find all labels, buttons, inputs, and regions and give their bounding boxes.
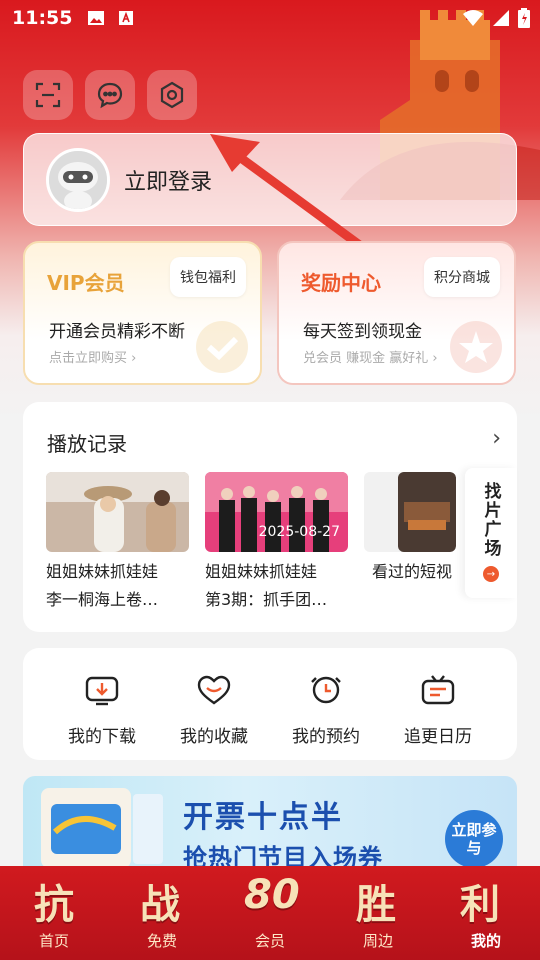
- robot-avatar-icon: [49, 150, 107, 209]
- gear-icon: [160, 81, 184, 109]
- my-favorites-button[interactable]: 我的收藏: [164, 674, 264, 747]
- alarm-icon: [311, 676, 341, 704]
- find-movies-label: 找片广场: [480, 482, 501, 558]
- tab-mine[interactable]: 我的: [456, 930, 516, 951]
- app-notification-icon: [116, 8, 136, 28]
- heart-icon: [197, 675, 231, 705]
- download-icon: [85, 676, 119, 706]
- shortcuts-section: 我的下载 我的收藏 我的预约 追更日历: [23, 648, 517, 760]
- banner-headline: 开票十点半: [183, 800, 343, 835]
- history-item-1-line1: 姐姐妹妹抓娃娃: [46, 562, 159, 581]
- vip-buy-link[interactable]: 点击立即购买 ›: [49, 347, 136, 366]
- my-downloads-label: 我的下载: [68, 727, 136, 747]
- arrow-right-icon: →: [483, 566, 499, 582]
- vip-card[interactable]: VIP会员 钱包福利 开通会员精彩不断 点击立即购买 ›: [23, 241, 262, 385]
- banner-ticket-illustration: [41, 788, 163, 868]
- wallet-benefits-button[interactable]: 钱包福利: [170, 257, 246, 297]
- wifi-icon: [463, 10, 483, 26]
- reward-link[interactable]: 兑会员 赚现金 赢好礼 ›: [303, 347, 438, 366]
- history-item-1-line2: 李一桐海上卷…: [46, 590, 159, 609]
- history-item-3-line1: 看过的短视: [372, 562, 453, 581]
- vip-check-badge-icon: [196, 321, 248, 373]
- history-thumbnail-2[interactable]: 2025-08-27: [205, 472, 348, 552]
- tab-member[interactable]: 会员: [240, 930, 300, 951]
- history-item-1-title[interactable]: 姐姐妹妹抓娃娃 李一桐海上卷…: [46, 558, 191, 614]
- tab-free[interactable]: 免费: [132, 930, 192, 951]
- tab-decor-char-3: 80: [244, 872, 300, 918]
- scan-button[interactable]: [23, 70, 73, 120]
- join-now-button[interactable]: 立即参与: [445, 810, 503, 868]
- history-item-2-title[interactable]: 姐姐妹妹抓娃娃 第3期：抓手团…: [205, 558, 350, 614]
- status-bar: 11:55: [0, 0, 540, 36]
- message-button[interactable]: [85, 70, 135, 120]
- tab-decor-char-2: 战: [140, 882, 180, 928]
- login-label[interactable]: 立即登录: [124, 164, 212, 196]
- play-history-more-icon[interactable]: ›: [492, 426, 501, 451]
- history-item-2-line1: 姐姐妹妹抓娃娃: [205, 562, 318, 581]
- my-reservations-label: 我的预约: [292, 727, 360, 747]
- history-item-3-title[interactable]: 看过的短视: [372, 558, 464, 586]
- my-favorites-label: 我的收藏: [180, 727, 248, 747]
- tab-decor-char-5: 利: [460, 882, 500, 928]
- my-reservations-button[interactable]: 我的预约: [276, 674, 376, 747]
- tab-nearby[interactable]: 周边: [348, 930, 408, 951]
- history-item-2-date: 2025-08-27: [258, 524, 340, 540]
- video-thumbnail-image: [205, 472, 348, 552]
- history-item-2-line2: 第3期：抓手团…: [205, 590, 328, 609]
- tv-calendar-icon: [421, 675, 455, 705]
- tab-decor-char-1: 抗: [34, 882, 74, 928]
- battery-icon: [518, 8, 530, 28]
- play-history-section: 播放记录 › 姐姐妹妹抓娃娃 李一桐海上卷… 2025-08-27 姐姐妹妹抓娃…: [23, 402, 517, 632]
- reward-star-badge-icon: [450, 321, 502, 373]
- avatar[interactable]: [46, 147, 110, 212]
- short-video-thumbnail-image: [364, 472, 456, 552]
- signal-icon: [493, 10, 509, 26]
- reward-description: 每天签到领现金: [303, 322, 422, 342]
- update-calendar-label: 追更日历: [404, 727, 472, 747]
- tab-decor-char-4: 胜: [356, 882, 396, 928]
- status-time: 11:55: [12, 7, 73, 29]
- update-calendar-button[interactable]: 追更日历: [388, 674, 488, 747]
- history-thumbnail-3[interactable]: [364, 472, 456, 552]
- points-mall-button[interactable]: 积分商城: [424, 257, 500, 297]
- video-thumbnail-image: [46, 472, 189, 552]
- image-notification-icon: [86, 8, 106, 28]
- history-thumbnail-1[interactable]: [46, 472, 189, 552]
- play-history-title: 播放记录: [47, 432, 127, 456]
- tab-home[interactable]: 首页: [24, 930, 84, 951]
- settings-button[interactable]: [147, 70, 197, 120]
- ticket-banner[interactable]: 开票十点半 抢热门节目入场券 立即参与: [23, 776, 517, 876]
- vip-description: 开通会员精彩不断: [49, 322, 185, 342]
- reward-center-card[interactable]: 奖励中心 积分商城 每天签到领现金 兑会员 赚现金 赢好礼 ›: [277, 241, 516, 385]
- scan-icon: [35, 82, 61, 108]
- bottom-tab-bar: 抗 战 80 胜 利 首页 免费 会员 周边 我的: [0, 866, 540, 960]
- find-movies-panel[interactable]: 找片广场 →: [465, 468, 517, 598]
- chat-bubble-icon: [97, 82, 123, 109]
- my-downloads-button[interactable]: 我的下载: [52, 674, 152, 747]
